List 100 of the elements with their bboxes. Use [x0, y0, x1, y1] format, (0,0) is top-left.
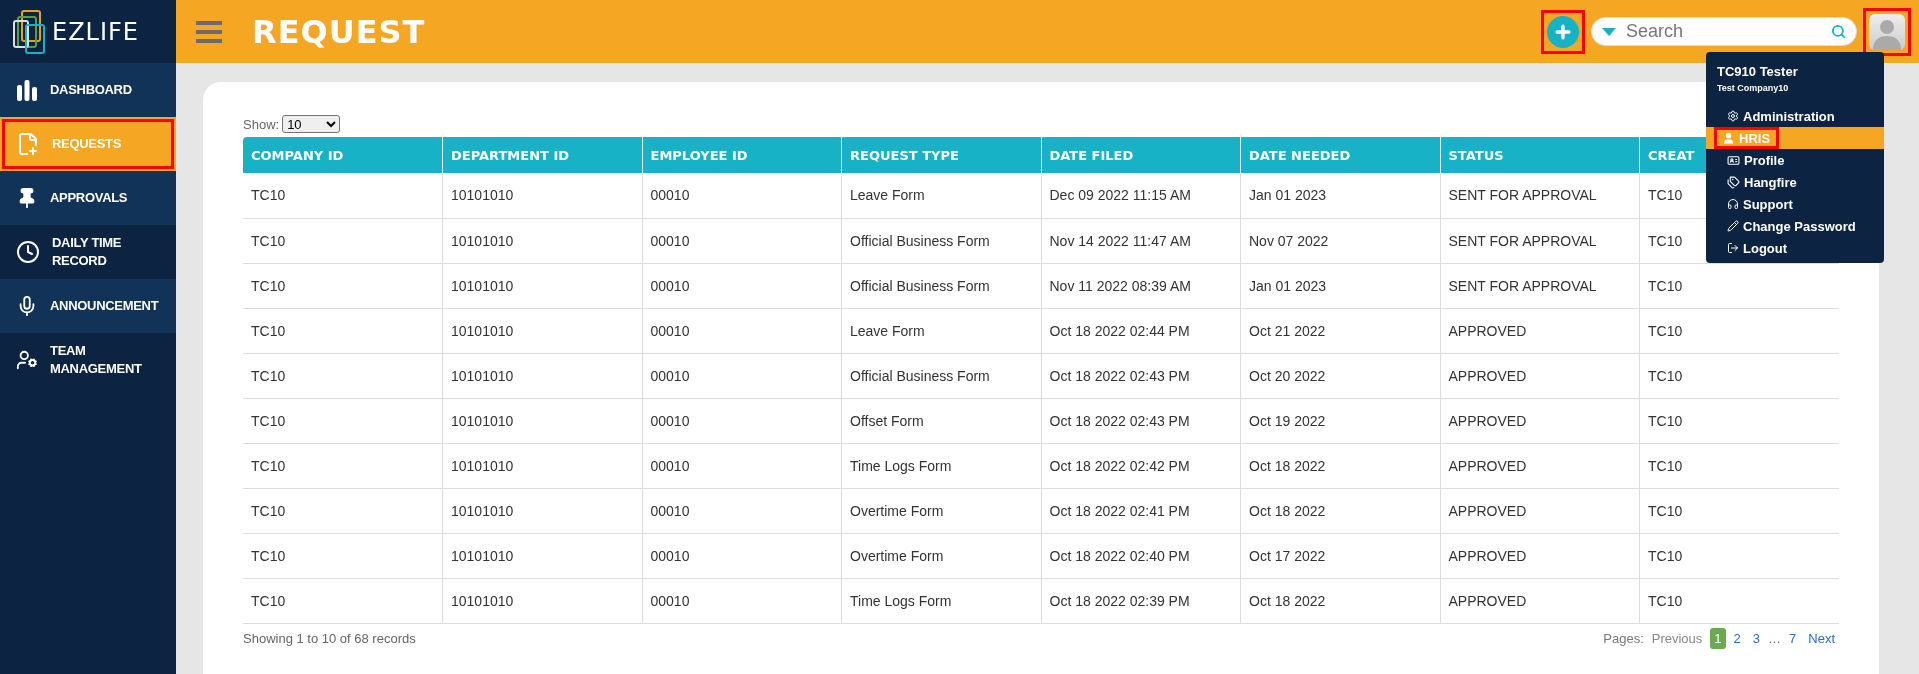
records-summary: Showing 1 to 10 of 68 records — [243, 631, 416, 646]
table-cell: Leave Form — [841, 308, 1041, 353]
brand-name: EZLIFE — [52, 17, 140, 46]
menu-label: Profile — [1744, 152, 1785, 168]
table-cell: Oct 17 2022 — [1240, 533, 1440, 578]
menu-label: Administration — [1743, 108, 1835, 124]
table-cell: SENT FOR APPROVAL — [1440, 218, 1640, 263]
table-cell: 00010 — [642, 398, 842, 443]
menu-label: Logout — [1743, 240, 1788, 256]
table-cell: TC10 — [243, 578, 443, 623]
pencil-icon — [1727, 220, 1739, 232]
table-cell: Nov 14 2022 11:47 AM — [1041, 218, 1241, 263]
table-cell: APPROVED — [1440, 308, 1640, 353]
table-cell: 00010 — [642, 443, 842, 488]
table-cell: Oct 18 2022 02:41 PM — [1041, 488, 1241, 533]
table-cell: Oct 18 2022 — [1240, 443, 1440, 488]
logo-icon — [12, 8, 48, 55]
table-cell: Offset Form — [841, 398, 1041, 443]
menu-icon[interactable] — [196, 20, 222, 43]
page-link[interactable]: 2 — [1729, 628, 1745, 649]
add-button[interactable] — [1547, 15, 1579, 48]
table-cell: Official Business Form — [841, 263, 1041, 308]
table-cell: APPROVED — [1440, 533, 1640, 578]
table-cell: Jan 01 2023 — [1240, 173, 1440, 218]
settings-icon — [1727, 110, 1739, 122]
clock-icon — [16, 240, 40, 264]
table-cell: Oct 18 2022 02:40 PM — [1041, 533, 1241, 578]
table-cell: TC10 — [1639, 398, 1839, 443]
table-cell: Dec 09 2022 11:15 AM — [1041, 173, 1241, 218]
menu-item[interactable]: Administration — [1706, 105, 1884, 127]
table-cell: TC10 — [1639, 533, 1839, 578]
user-icon — [1722, 131, 1735, 145]
pages-label: Pages: — [1603, 631, 1644, 646]
logout-icon — [1727, 242, 1739, 254]
table-cell: TC10 — [243, 218, 443, 263]
search-icon[interactable] — [1831, 24, 1846, 39]
table-cell: TC10 — [243, 353, 443, 398]
bar-chart-icon — [16, 79, 38, 101]
table-cell: APPROVED — [1440, 443, 1640, 488]
menu-item[interactable]: Profile — [1706, 149, 1884, 171]
table-cell: SENT FOR APPROVAL — [1440, 173, 1640, 218]
table-cell: Oct 18 2022 — [1240, 488, 1440, 533]
table-cell: 10101010 — [442, 308, 642, 353]
page-ellipsis: … — [1768, 631, 1782, 646]
table-cell: 00010 — [642, 173, 842, 218]
table-cell: Oct 18 2022 02:43 PM — [1041, 398, 1241, 443]
table-cell: 10101010 — [442, 488, 642, 533]
company-name: Test Company10 — [1716, 82, 1790, 95]
page-title: REQUEST — [252, 12, 427, 51]
table-cell: 00010 — [642, 578, 842, 623]
avatar[interactable] — [1869, 13, 1905, 50]
user-gear-icon — [16, 349, 38, 371]
sidebar-item[interactable]: APPROVALS — [0, 171, 176, 225]
menu-label: HRIS — [1739, 130, 1771, 146]
table-cell: Overtime Form — [841, 533, 1041, 578]
table-cell: Overtime Form — [841, 488, 1041, 533]
table-cell: TC10 — [1639, 353, 1839, 398]
tags-icon — [1727, 175, 1740, 189]
table-cell: APPROVED — [1440, 398, 1640, 443]
table-cell: Oct 18 2022 02:42 PM — [1041, 443, 1241, 488]
table-cell: Time Logs Form — [841, 578, 1041, 623]
table-cell: 10101010 — [442, 398, 642, 443]
headphones-icon — [1727, 198, 1739, 210]
sidebar-item[interactable]: DASHBOARD — [0, 63, 176, 117]
table-cell: Official Business Form — [841, 353, 1041, 398]
table-cell: TC10 — [243, 398, 443, 443]
table-cell: TC10 — [1639, 488, 1839, 533]
table-cell: 10101010 — [442, 263, 642, 308]
table-cell: APPROVED — [1440, 578, 1640, 623]
sidebar-item[interactable]: ANNOUNCEMENT — [0, 279, 176, 333]
file-plus-icon — [16, 132, 40, 156]
table-cell: 10101010 — [442, 218, 642, 263]
page-nav-link[interactable]: Next — [1804, 628, 1839, 649]
table-cell: Oct 19 2022 — [1240, 398, 1440, 443]
table-cell: Oct 18 2022 02:39 PM — [1041, 578, 1241, 623]
table-cell: TC10 — [243, 443, 443, 488]
table-cell: 10101010 — [442, 443, 642, 488]
menu-label: Hangfire — [1744, 174, 1797, 190]
caret-icon — [1602, 27, 1616, 36]
table-cell: Jan 01 2023 — [1240, 263, 1440, 308]
page-link[interactable]: 7 — [1785, 628, 1801, 649]
show-label: Show: — [243, 116, 280, 132]
table-cell: APPROVED — [1440, 353, 1640, 398]
user-name: TC910 Tester — [1716, 64, 1799, 79]
page-size-select[interactable]: 10 — [282, 115, 341, 133]
table-cell: TC10 — [1639, 443, 1839, 488]
table-cell: Oct 18 2022 — [1240, 578, 1440, 623]
id-card-icon — [1727, 153, 1740, 167]
search-bar[interactable]: Search — [1591, 17, 1857, 46]
table-cell: Oct 20 2022 — [1240, 353, 1440, 398]
table-cell: TC10 — [243, 263, 443, 308]
page-link[interactable]: 1 — [1710, 628, 1726, 649]
table-cell: SENT FOR APPROVAL — [1440, 263, 1640, 308]
page-link[interactable]: 3 — [1748, 628, 1765, 649]
table-cell: TC10 — [1639, 308, 1839, 353]
table-cell: Nov 11 2022 08:39 AM — [1041, 263, 1241, 308]
table-cell: Official Business Form — [841, 218, 1041, 263]
menu-label: Support — [1743, 196, 1793, 212]
table-cell: Leave Form — [841, 173, 1041, 218]
table-cell: Oct 18 2022 02:43 PM — [1041, 353, 1241, 398]
